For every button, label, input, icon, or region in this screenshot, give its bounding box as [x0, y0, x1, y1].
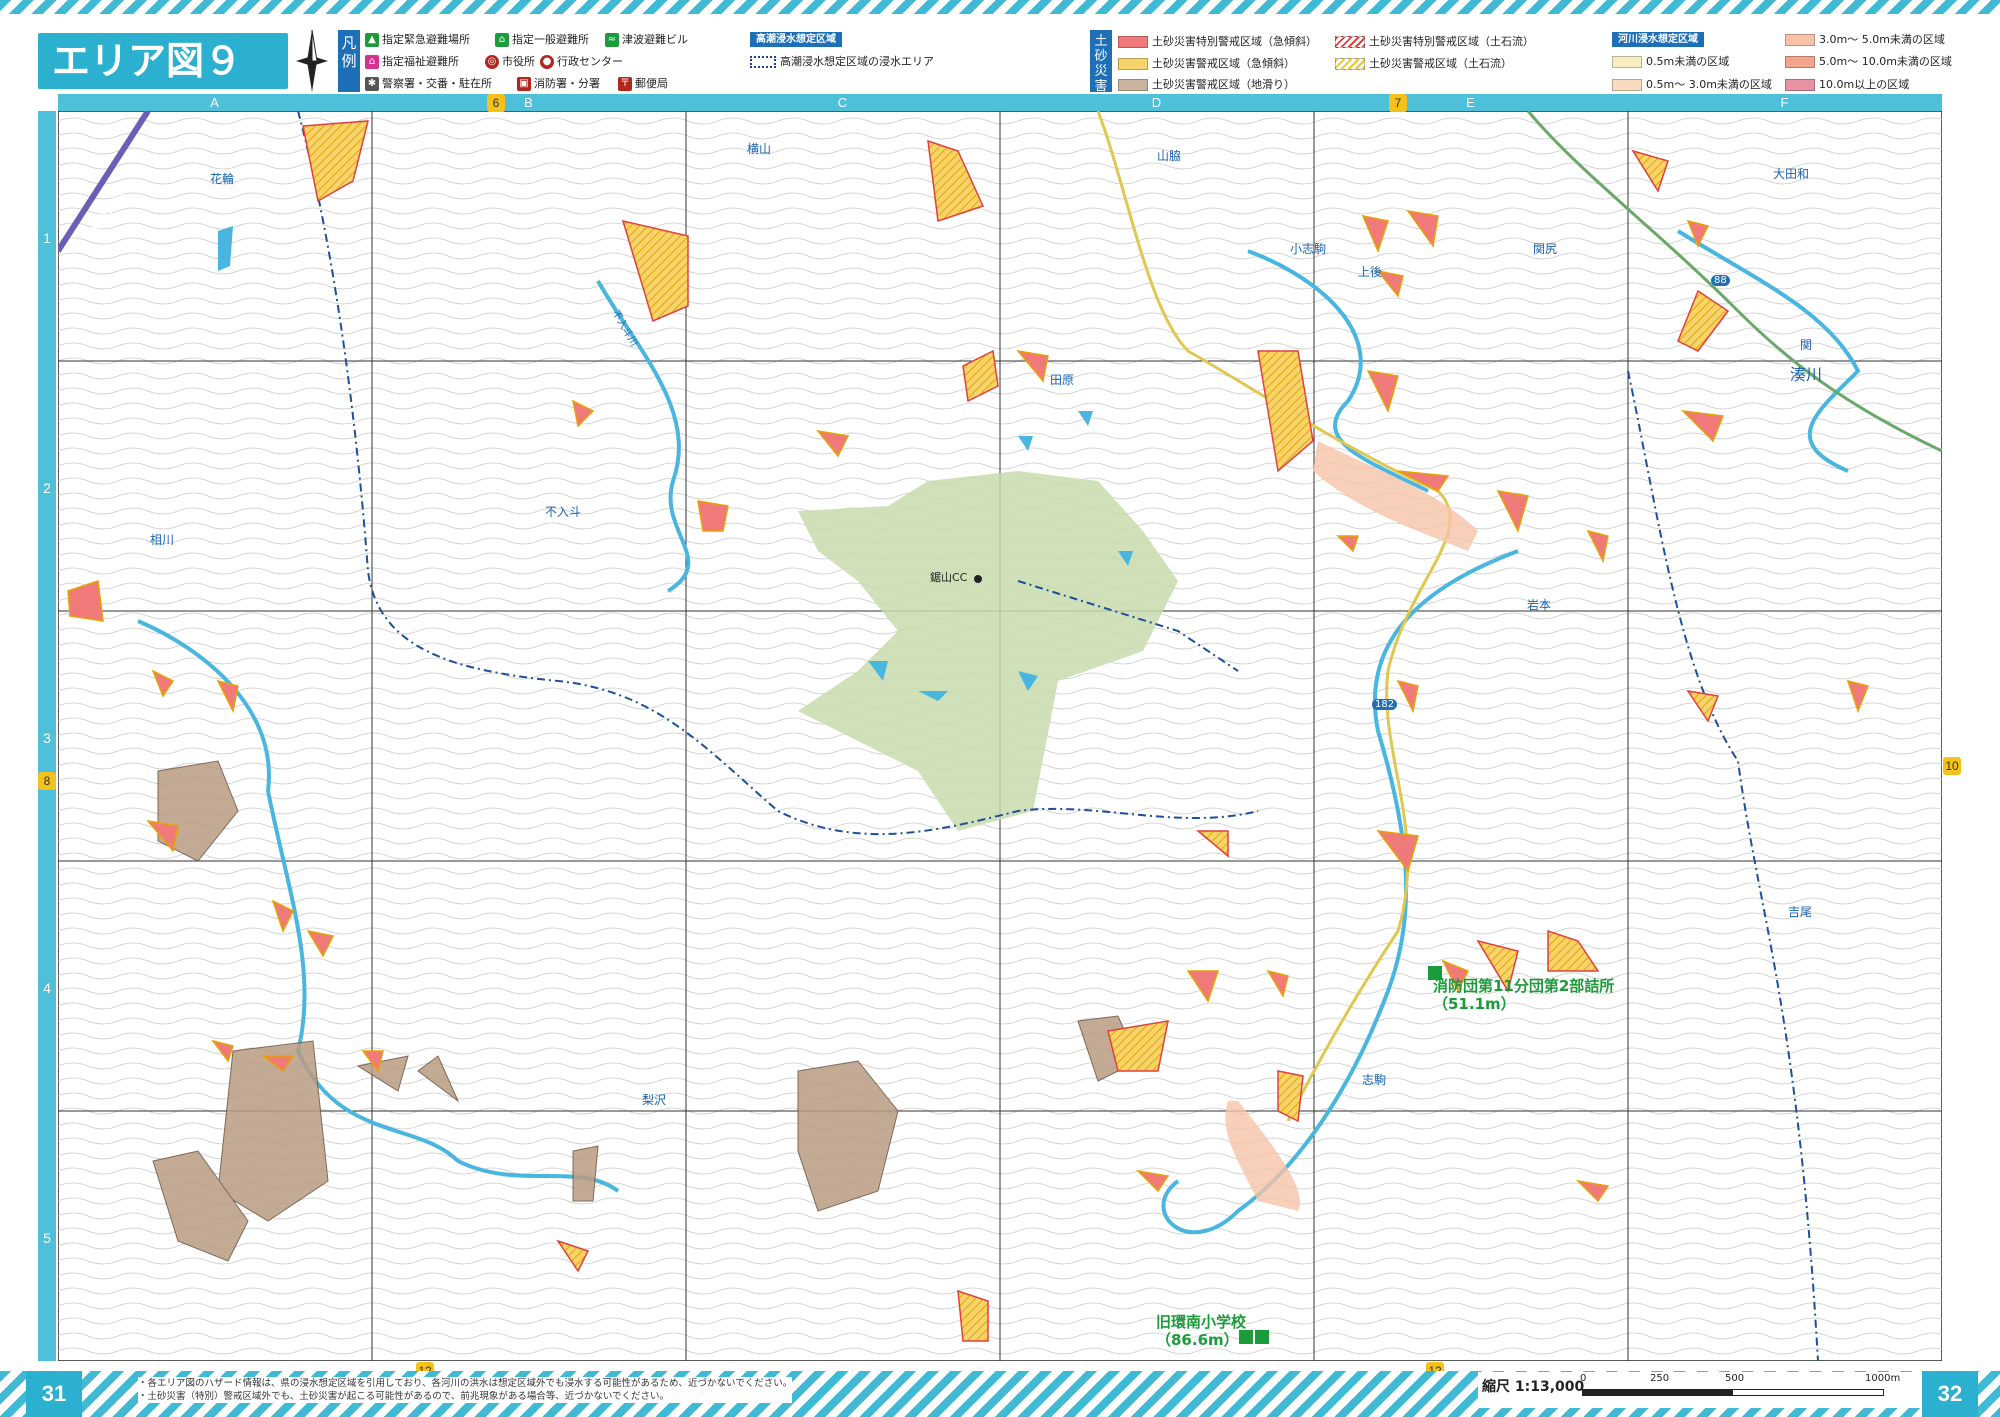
compass-icon — [296, 29, 328, 92]
police-icon: ✱ — [365, 77, 379, 91]
golf-course-label: 鋸山CC — [930, 571, 968, 584]
storm-surge-header: 高潮浸水想定区域 — [750, 32, 842, 47]
tsunami-building-icon: ≈ — [605, 33, 619, 47]
column-label-a: A — [210, 95, 219, 110]
scale-tick: 500 — [1725, 1373, 1745, 1384]
place-label: 志駒 — [1362, 1073, 1387, 1087]
city-hall-icon: ◎ — [485, 55, 499, 69]
page-title: エリア図９ — [38, 33, 288, 89]
column-label-c: C — [837, 95, 848, 110]
legend-debris-special: 土砂災害特別警戒区域（土石流） — [1335, 34, 1534, 50]
legend-flood-0: 0.5m未満の区域 — [1612, 54, 1729, 70]
legend-label: 凡例 — [338, 30, 360, 92]
fire-station-icon: ▣ — [517, 77, 531, 91]
landslide-legend-label: 土砂災害 — [1090, 30, 1112, 94]
general-shelter-icon: ⌂ — [495, 33, 509, 47]
legend-general-shelter: ⌂ 指定一般避難所 — [495, 32, 589, 48]
scale-bar — [1582, 1389, 1884, 1396]
post-office-icon: 〒 — [618, 77, 632, 91]
legend-flood-1: 0.5m～ 3.0m未満の区域 — [1612, 77, 1772, 93]
scale-label: 縮尺 1:13,000 — [1482, 1379, 1585, 1395]
legend-steep-warning: 土砂災害警戒区域（急傾斜） — [1118, 56, 1295, 72]
place-label: 梨沢 — [642, 1093, 667, 1107]
legend-landslide-warning: 土砂災害警戒区域（地滑り） — [1118, 77, 1295, 93]
legend-tsunami-building: ≈ 津波避難ビル — [605, 32, 688, 48]
adjacent-area-tag-7[interactable]: 7 — [1389, 94, 1407, 112]
place-label: 花輪 — [210, 172, 235, 186]
column-label-d: D — [1151, 95, 1162, 110]
place-label: 小志駒 — [1290, 242, 1327, 256]
hazard-map[interactable] — [58, 111, 1942, 1361]
welfare-shelter-icon: ⌂ — [365, 55, 379, 69]
place-label: 田原 — [1050, 373, 1075, 387]
legend-flood-2: 3.0m～ 5.0m未満の区域 — [1785, 32, 1945, 48]
legend-flood-3: 5.0m～ 10.0m未満の区域 — [1785, 54, 1952, 70]
place-label: 上後 — [1358, 265, 1383, 279]
place-label: 山脇 — [1157, 149, 1182, 163]
admin-center-icon: ● — [540, 55, 554, 69]
legend-welfare-shelter: ⌂ 指定福祉避難所 — [365, 54, 459, 70]
legend-flood-4: 10.0m以上の区域 — [1785, 77, 1909, 93]
footnotes: ・各エリア図のハザード情報は、県の浸水想定区域を引用しており、各河川の洪水は想定… — [138, 1377, 793, 1403]
place-label: 大田和 — [1773, 167, 1810, 181]
column-label-e: E — [1466, 95, 1475, 110]
river-flood-header: 河川浸水想定区域 — [1612, 32, 1704, 47]
place-label: 横山 — [747, 142, 772, 156]
river-label: 湊川 — [1790, 365, 1823, 384]
page-number-left: 31 — [26, 1371, 82, 1417]
legend-police: ✱ 警察署・交番・駐在所 — [365, 76, 492, 92]
adjacent-area-tag-6[interactable]: 6 — [487, 94, 505, 112]
page-number-right: 32 — [1922, 1371, 1978, 1417]
place-label: 不入斗 — [545, 505, 582, 519]
legend-city-hall: ◎ 市役所 — [485, 54, 535, 70]
legend-post-office: 〒郵便局 — [618, 77, 668, 91]
place-label: 関尻 — [1533, 242, 1558, 256]
road-number-badge: 88 — [1711, 275, 1730, 286]
row-label-4: 4 — [43, 980, 51, 996]
top-stripe — [0, 0, 2000, 14]
row-label-1: 1 — [43, 230, 51, 246]
golf-marker-icon — [974, 575, 982, 583]
scale-tick: 250 — [1650, 1373, 1670, 1384]
legend-steep-special: 土砂災害特別警戒区域（急傾斜） — [1118, 34, 1317, 50]
place-label: 吉尾 — [1788, 905, 1813, 919]
row-label-2: 2 — [43, 480, 51, 496]
legend-storm-surge: 高潮浸水想定区域の浸水エリア — [750, 54, 934, 70]
adjacent-area-tag-8[interactable]: 8 — [38, 772, 56, 790]
legend-debris-warning: 土砂災害警戒区域（土石流） — [1335, 56, 1512, 72]
storm-surge-swatch — [750, 56, 776, 68]
row-label-3: 3 — [43, 730, 51, 746]
legend-emergency-shelter: ▲ 指定緊急避難場所 — [365, 32, 470, 48]
column-label-f: F — [1780, 95, 1789, 110]
facility-label[interactable]: 消防団第11分団第2部詰所 （51.1m） — [1433, 977, 1614, 1013]
column-label-b: B — [524, 95, 533, 110]
general-shelter-marker-icon[interactable] — [1255, 1330, 1269, 1344]
legend-fire-station: ▣ 消防署・分署 — [517, 76, 600, 92]
place-label: 関 — [1800, 338, 1813, 352]
scale-tick: 1000m — [1865, 1373, 1901, 1384]
scale-tick: 0 — [1580, 1373, 1587, 1384]
emergency-shelter-icon: ▲ — [365, 33, 379, 47]
place-label: 相川 — [150, 533, 175, 547]
legend-admin-center: ● 行政センター — [540, 54, 623, 70]
facility-label[interactable]: 旧環南小学校 （86.6m） — [1156, 1313, 1246, 1349]
adjacent-area-tag-10[interactable]: 10 — [1943, 757, 1961, 775]
row-label-5: 5 — [43, 1230, 51, 1246]
place-label: 岩本 — [1527, 598, 1552, 612]
road-number-badge: 182 — [1372, 699, 1398, 710]
